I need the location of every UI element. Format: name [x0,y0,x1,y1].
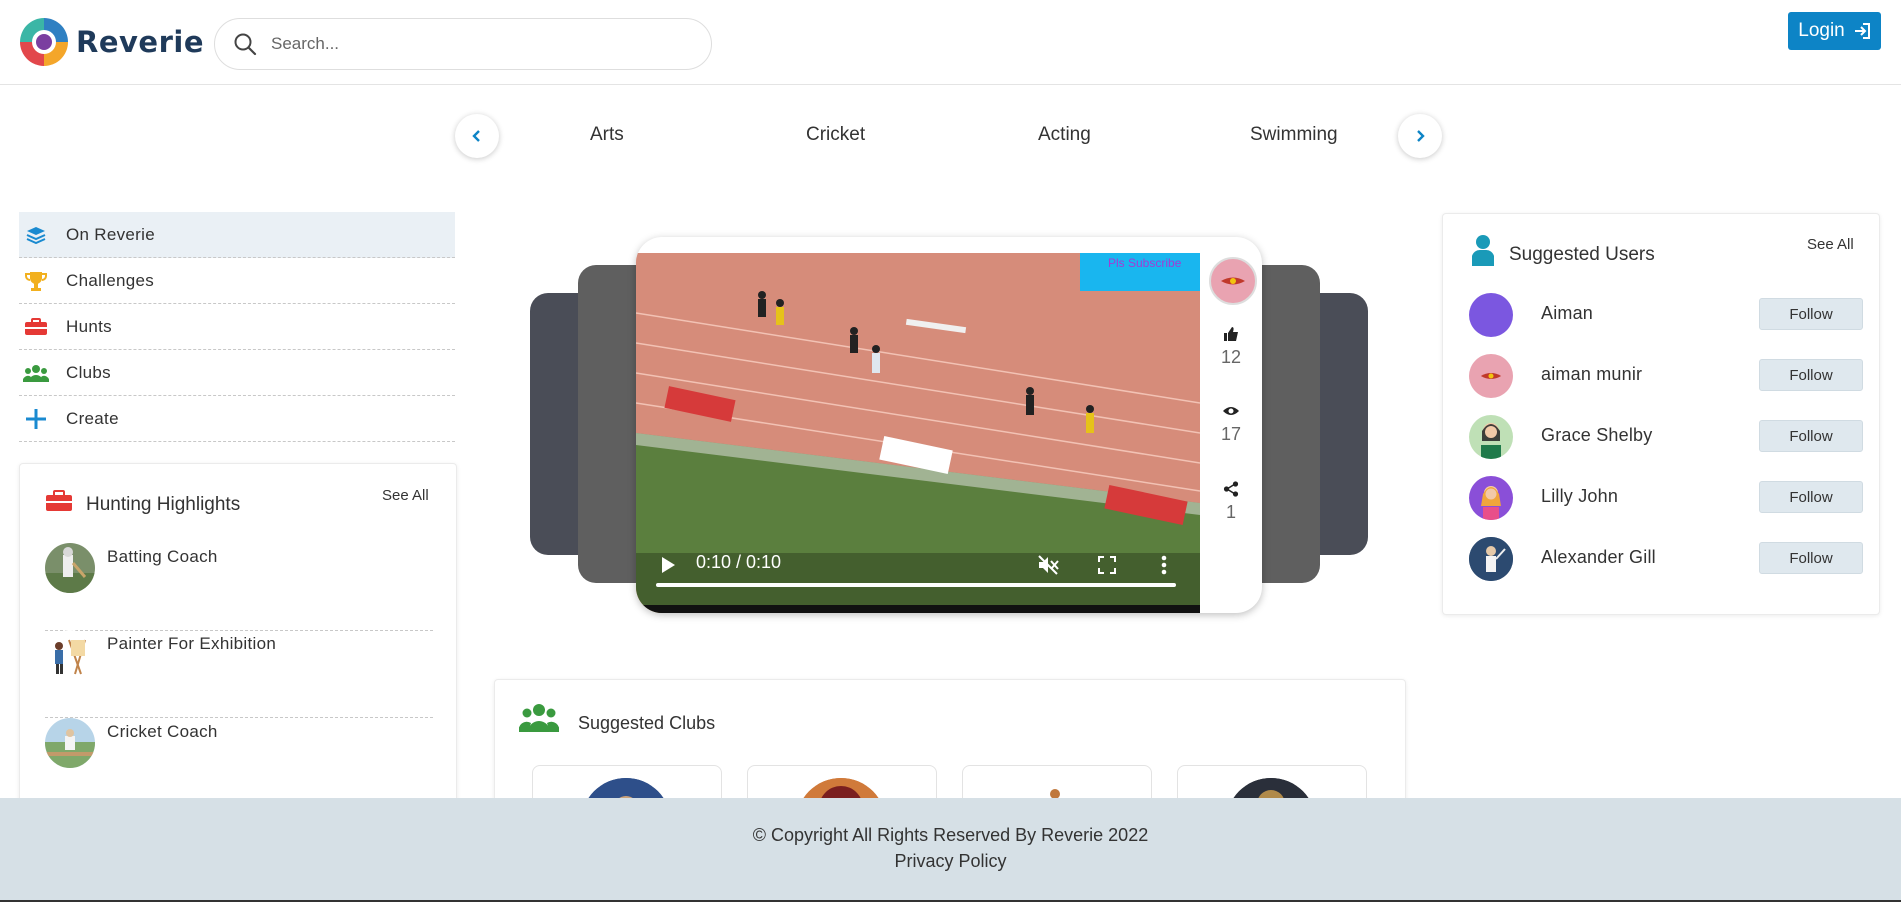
user-row: aiman munir Follow [1469,352,1869,398]
avatar[interactable] [1469,293,1513,337]
group-icon [519,704,559,732]
avatar[interactable] [1469,415,1513,459]
privacy-policy-link[interactable]: Privacy Policy [0,851,1901,872]
search-input[interactable] [269,33,673,55]
logo[interactable]: Reverie [18,16,204,68]
sidebar-item-create[interactable]: Create [19,396,455,442]
follow-button[interactable]: Follow [1759,481,1863,513]
hunting-highlights-card: Hunting Highlights See All Batting Coach… [19,463,457,805]
user-row: Aiman Follow [1469,291,1869,337]
user-row: Grace Shelby Follow [1469,413,1869,459]
like-count: 12 [1220,347,1242,367]
hunt-item[interactable]: Cricket Coach [45,718,433,804]
avatar[interactable] [1469,476,1513,520]
category-prev-button[interactable] [455,114,499,158]
category-next-button[interactable] [1398,114,1442,158]
user-name[interactable]: Aiman [1541,303,1593,324]
chevron-left-icon [472,130,480,142]
follow-button[interactable]: Follow [1759,542,1863,574]
hunting-highlights-title: Hunting Highlights [86,494,241,515]
briefcase-icon [46,490,72,511]
category-acting[interactable]: Acting [1038,124,1091,146]
suggested-users-card: Suggested Users See All Aiman Follow aim… [1442,213,1880,615]
copyright-text: © Copyright All Rights Reserved By Rever… [752,825,1149,845]
user-name[interactable]: aiman munir [1541,364,1642,385]
sidebar-item-label: Create [66,408,119,428]
sidebar-item-clubs[interactable]: Clubs [19,350,455,396]
avatar-graphic-icon [1221,277,1245,285]
mute-icon[interactable] [1037,554,1059,576]
suggested-clubs-title: Suggested Clubs [578,713,716,733]
user-row: Lilly John Follow [1469,474,1869,520]
user-name[interactable]: Lilly John [1541,486,1618,507]
user-icon [1472,235,1494,266]
hunt-item-title: Cricket Coach [107,722,218,741]
view-count: 17 [1220,424,1242,444]
hunt-item[interactable]: Batting Coach [45,543,433,631]
avatar[interactable] [1469,537,1513,581]
sidebar-item-label: Challenges [66,270,155,290]
video-card-main: 0:10 / 0:10 Pls Subscribe 12 17 1 [636,237,1262,613]
category-swimming[interactable]: Swimming [1250,124,1338,146]
uploader-avatar[interactable] [1209,257,1257,305]
user-name[interactable]: Grace Shelby [1541,425,1652,446]
sidebar-item-on-reverie[interactable]: On Reverie [19,212,455,258]
fullscreen-icon[interactable] [1098,556,1116,574]
briefcase-icon [22,317,50,336]
video-overlay-text: Pls Subscribe [1108,256,1182,270]
video-time: 0:10 / 0:10 [696,552,782,572]
hunt-item-title: Batting Coach [107,547,218,566]
hunting-see-all-link[interactable]: See All [382,487,429,504]
painter-thumbnail [45,630,95,680]
search-icon [234,33,257,56]
sidebar-item-label: On Reverie [66,224,155,244]
hunt-item-title: Painter For Exhibition [107,634,277,653]
category-carousel: Arts Cricket Acting Swimming [455,114,1443,158]
sidebar-item-label: Clubs [66,362,111,382]
reverie-logo-icon [20,18,68,66]
play-icon[interactable] [660,556,676,574]
category-cricket[interactable]: Cricket [806,124,865,146]
like-icon[interactable] [1223,326,1239,342]
cricket-coach-thumbnail [45,718,95,768]
login-button[interactable]: Login [1788,12,1881,50]
user-name[interactable]: Alexander Gill [1541,547,1656,568]
trophy-icon [22,270,50,292]
avatar[interactable] [1469,354,1513,398]
top-navbar: Reverie Login [0,0,1901,85]
login-icon [1854,23,1870,39]
batting-coach-thumbnail [45,543,95,593]
chevron-right-icon [1417,130,1425,142]
video-player[interactable]: 0:10 / 0:10 Pls Subscribe [636,253,1200,613]
video-carousel: 0:10 / 0:10 Pls Subscribe 12 17 1 [530,235,1368,615]
search-bar[interactable] [214,18,712,70]
footer: © Copyright All Rights Reserved By Rever… [0,798,1901,902]
views-eye-icon [1223,407,1239,415]
users-see-all-link[interactable]: See All [1807,236,1854,253]
share-count: 1 [1225,502,1236,522]
share-icon[interactable] [1223,481,1239,497]
login-label: Login [1798,20,1845,41]
sidebar-item-label: Hunts [66,316,112,336]
follow-button[interactable]: Follow [1759,359,1863,391]
sidebar-item-hunts[interactable]: Hunts [19,304,455,350]
follow-button[interactable]: Follow [1759,420,1863,452]
app-name: Reverie [76,25,204,59]
sidebar-item-challenges[interactable]: Challenges [19,258,455,304]
category-arts[interactable]: Arts [590,124,624,146]
group-icon [22,363,50,383]
avatar-graphic-icon [1480,373,1502,379]
follow-button[interactable]: Follow [1759,298,1863,330]
hunt-item[interactable]: Painter For Exhibition [45,630,433,718]
more-options-icon[interactable] [1161,555,1167,575]
layers-icon [22,226,50,244]
user-row: Alexander Gill Follow [1469,535,1869,581]
plus-icon [22,408,50,430]
sidebar-menu: On Reverie Challenges Hunts Clubs Create [19,212,455,442]
suggested-users-title: Suggested Users [1509,244,1655,265]
